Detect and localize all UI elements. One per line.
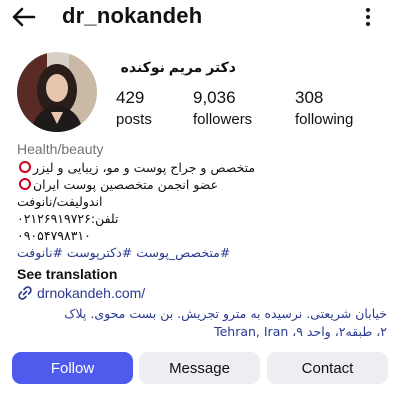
address[interactable]: خیابان شریعتی. نرسیده به مترو تجریش. بن … <box>17 305 387 341</box>
followers-label: followers <box>193 111 253 128</box>
posts-stat[interactable]: 429 posts <box>116 88 152 128</box>
arrow-left-icon[interactable] <box>10 4 38 30</box>
bio-hashtags[interactable]: #متخصص_پوست #دکترپوست #نانوفت <box>17 244 387 261</box>
category-label: Health/beauty <box>17 141 104 157</box>
website-url: drnokandeh.com/ <box>37 285 146 301</box>
following-count: 308 <box>295 88 324 107</box>
bio-text: متخصص و جراح پوست و مو، زیبایی و لیزر عض… <box>17 159 387 261</box>
posts-count: 429 <box>116 88 145 107</box>
following-label: following <box>295 111 354 128</box>
see-translation-link[interactable]: See translation <box>17 266 117 282</box>
bio-mobile: ۰۹۰۵۴۷۹۸۳۱۰ <box>17 228 91 243</box>
bio-line-text: متخصص و جراح پوست و مو، زیبایی و لیزر <box>33 160 256 175</box>
website-link[interactable]: drnokandeh.com/ <box>17 285 145 301</box>
followers-count: 9,036 <box>193 88 236 107</box>
address-line: ۲، طبقه۲، واحد ۹، Tehran, Iran <box>214 324 387 339</box>
display-name: دکتر مریم نوکنده <box>120 59 236 75</box>
more-vertical-icon[interactable] <box>360 6 376 28</box>
red-circle-icon <box>19 178 31 190</box>
top-bar: dr_nokandeh <box>0 0 400 36</box>
bio-line: عضو انجمن متخصصین پوست ایران <box>17 176 387 193</box>
avatar[interactable] <box>17 52 97 132</box>
profile-photo <box>17 52 97 132</box>
bio: Health/beauty متخصص و جراح پوست و مو، زی… <box>17 141 387 261</box>
posts-label: posts <box>116 111 152 128</box>
following-stat[interactable]: 308 following <box>295 88 353 128</box>
red-circle-icon <box>19 161 31 173</box>
followers-stat[interactable]: 9,036 followers <box>193 88 252 128</box>
bio-line: اندولیفت/نانوفت <box>17 194 103 209</box>
bio-line-text: عضو انجمن متخصصین پوست ایران <box>33 177 219 192</box>
contact-button[interactable]: Contact <box>267 352 388 384</box>
profile-username: dr_nokandeh <box>62 3 203 28</box>
message-button[interactable]: Message <box>139 352 260 384</box>
address-line: خیابان شریعتی. نرسیده به مترو تجریش. بن … <box>64 306 387 321</box>
bio-phone: تلفن:۰۲۱۲۶۹۱۹۷۲۶ <box>17 211 119 226</box>
bio-line: متخصص و جراح پوست و مو، زیبایی و لیزر <box>17 159 387 176</box>
link-icon <box>18 286 32 300</box>
follow-button[interactable]: Follow <box>12 352 133 384</box>
